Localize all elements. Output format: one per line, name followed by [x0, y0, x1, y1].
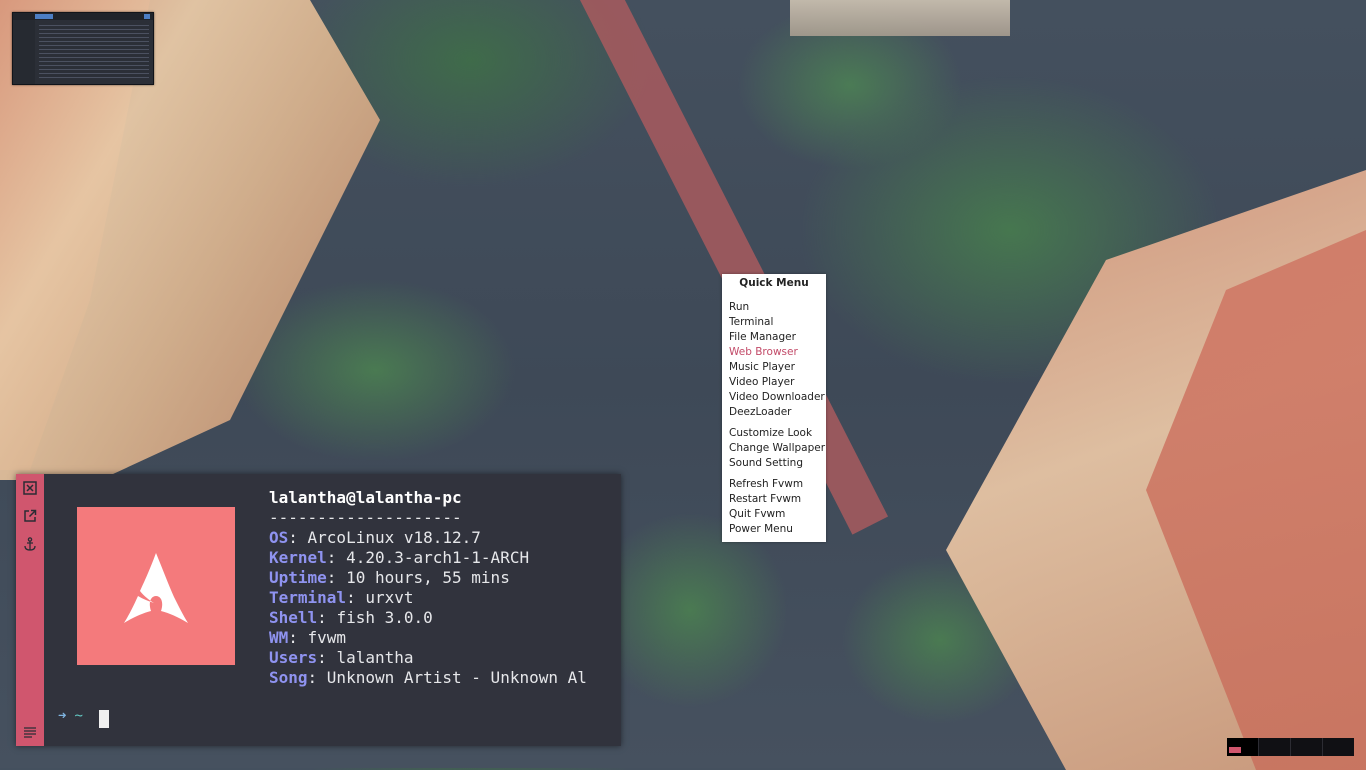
- menu-lines-icon[interactable]: [22, 724, 38, 740]
- anchor-icon[interactable]: [22, 536, 38, 552]
- desktop-pager: [1227, 738, 1354, 756]
- info-row-terminal: Terminal: urxvt: [269, 588, 414, 607]
- menu-item-power-menu[interactable]: Power Menu: [729, 523, 793, 536]
- menu-item-change-wallpaper[interactable]: Change Wallpaper: [729, 442, 825, 455]
- separator: --------------------: [269, 508, 462, 527]
- menu-item-restart-fvwm[interactable]: Restart Fvwm: [729, 493, 801, 506]
- menu-item-file-manager[interactable]: File Manager: [729, 331, 796, 344]
- pager-desktop-3[interactable]: [1291, 738, 1323, 756]
- mini-window-tab: [35, 14, 53, 19]
- prompt-directory: ~: [74, 708, 83, 724]
- info-row-uptime: Uptime: 10 hours, 55 mins: [269, 568, 510, 587]
- menu-item-refresh-fvwm[interactable]: Refresh Fvwm: [729, 478, 803, 491]
- mini-window-titlebar: [13, 13, 153, 20]
- menu-item-video-player[interactable]: Video Player: [729, 376, 794, 389]
- mini-window-thumbnail[interactable]: [12, 12, 154, 85]
- quick-menu-title: Quick Menu: [739, 277, 809, 289]
- info-row-shell: Shell: fish 3.0.0: [269, 608, 433, 627]
- menu-item-web-browser[interactable]: Web Browser: [729, 346, 798, 359]
- info-row-users: Users: lalantha: [269, 648, 414, 667]
- menu-item-terminal[interactable]: Terminal: [729, 316, 773, 329]
- prompt-arrow-icon: ➜: [58, 708, 67, 724]
- info-row-os: OS: ArcoLinux v18.12.7: [269, 528, 481, 547]
- userhost: lalantha@lalantha-pc: [269, 488, 462, 507]
- arch-logo: [77, 507, 235, 665]
- wallpaper-building-top: [790, 0, 1010, 36]
- pager-desktop-4[interactable]: [1323, 738, 1354, 756]
- info-row-kernel: Kernel: 4.20.3-arch1-1-ARCH: [269, 548, 530, 567]
- info-row-wm: WM: fvwm: [269, 628, 347, 647]
- menu-item-quit-fvwm[interactable]: Quit Fvwm: [729, 508, 785, 521]
- pager-desktop-1[interactable]: [1227, 738, 1259, 756]
- terminal-window[interactable]: lalantha@lalantha-pc --------------------…: [16, 474, 621, 746]
- arch-logo-icon: [124, 553, 188, 623]
- menu-item-customize-look[interactable]: Customize Look: [729, 427, 812, 440]
- terminal-sidebar: [16, 474, 44, 746]
- menu-item-deezloader[interactable]: DeezLoader: [729, 406, 791, 419]
- menu-item-run[interactable]: Run: [729, 301, 749, 314]
- menu-item-sound-setting[interactable]: Sound Setting: [729, 457, 803, 470]
- pager-window-thumb: [1229, 747, 1241, 753]
- terminal-cursor[interactable]: [99, 710, 109, 728]
- shell-prompt: ➜ ~: [58, 708, 83, 724]
- system-info: lalantha@lalantha-pc --------------------…: [269, 488, 587, 688]
- mini-window-file-list: [39, 25, 149, 81]
- external-link-icon[interactable]: [22, 508, 38, 524]
- mini-window-sidebar: [13, 20, 35, 84]
- close-icon[interactable]: [22, 480, 38, 496]
- pager-desktop-2[interactable]: [1259, 738, 1291, 756]
- menu-item-music-player[interactable]: Music Player: [729, 361, 795, 374]
- info-row-song: Song: Unknown Artist - Unknown Al: [269, 668, 587, 687]
- quick-menu: Quick Menu Run Terminal File Manager Web…: [722, 274, 826, 542]
- mini-window-button: [144, 14, 150, 19]
- menu-item-video-downloader[interactable]: Video Downloader: [729, 391, 825, 404]
